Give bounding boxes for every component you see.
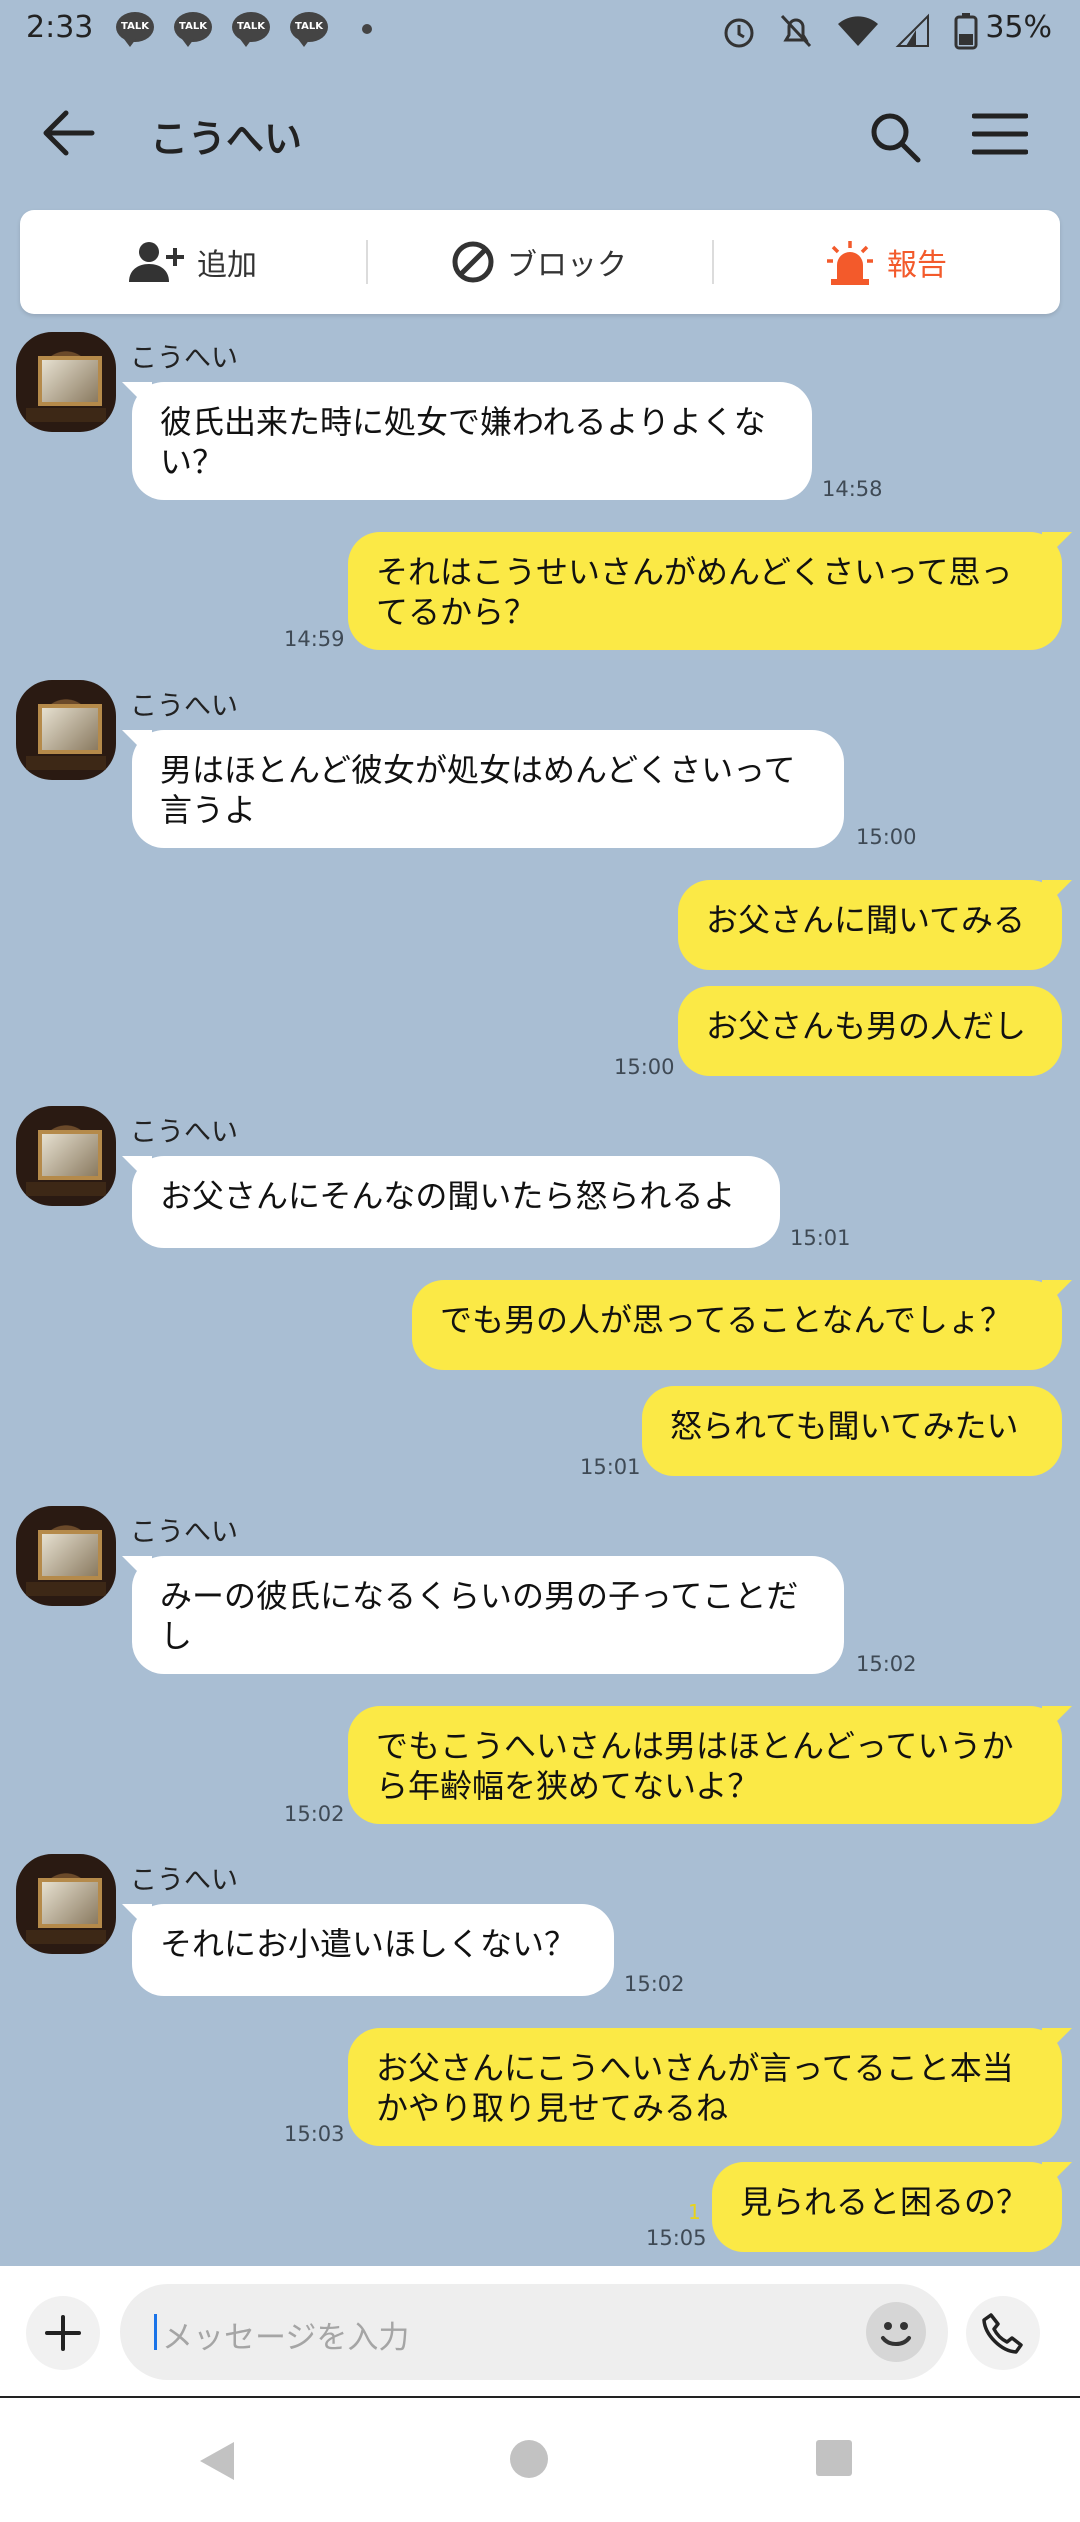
avatar[interactable] (16, 1506, 116, 1606)
more-notifications-dot (362, 24, 372, 34)
avatar[interactable] (16, 680, 116, 780)
outgoing-message[interactable]: でもこうへいさんは男はほとんどっていうか ら年齢幅を狭めてないよ？ (348, 1706, 1062, 1824)
sender-name: こうへい (130, 1865, 238, 1896)
message-time: 15:00 (856, 825, 917, 849)
message-input-bar: メッセージを入力 (0, 2266, 1080, 2396)
sender-name: こうへい (130, 691, 238, 722)
block-label: ブロック (507, 248, 627, 283)
notifications-off-icon (780, 14, 812, 48)
incoming-message[interactable]: 男はほとんど彼女が処女はめんどくさいって 言うよ (132, 730, 844, 848)
talk-notification-icon: TALK (116, 12, 154, 47)
read-count: 1 (688, 2200, 701, 2224)
signal-icon (895, 13, 929, 47)
talk-notification-icon: TALK (174, 12, 212, 47)
add-label: 追加 (197, 248, 257, 283)
wifi-icon (838, 16, 878, 46)
chat-title: こうへい (150, 117, 303, 161)
sender-name: こうへい (130, 1117, 238, 1148)
outgoing-message[interactable]: 見られると困るの？ (712, 2162, 1062, 2252)
nav-back-icon[interactable] (196, 2438, 238, 2484)
battery-percent: 35% (985, 10, 1052, 45)
emoji-button[interactable] (866, 2302, 926, 2362)
message-time: 15:02 (856, 1652, 917, 1676)
message-time: 14:58 (822, 477, 883, 501)
text-cursor (154, 2314, 157, 2350)
menu-icon[interactable] (972, 112, 1028, 156)
nav-recents-icon[interactable] (814, 2438, 854, 2478)
avatar[interactable] (16, 1854, 116, 1954)
friend-action-card: 追加 ブロック 報告 (20, 210, 1060, 314)
message-time: 15:02 (624, 1972, 685, 1996)
avatar[interactable] (16, 1106, 116, 1206)
outgoing-message[interactable]: それはこうせいさんがめんどくさいって思っ てるから？ (348, 532, 1062, 650)
outgoing-message[interactable]: お父さんに聞いてみる (678, 880, 1062, 970)
status-time: 2:33 (26, 10, 94, 45)
incoming-message[interactable]: それにお小遣いほしくない？ (132, 1904, 614, 1996)
add-friend-button[interactable]: 追加 (20, 210, 366, 314)
block-button[interactable]: ブロック (366, 210, 712, 314)
outgoing-message[interactable]: 怒られても聞いてみたい (642, 1386, 1062, 1476)
battery-icon (954, 13, 978, 50)
message-input[interactable]: メッセージを入力 (120, 2284, 948, 2380)
incoming-message[interactable]: みーの彼氏になるくらいの男の子ってことだ し (132, 1556, 844, 1674)
talk-notification-icon: TALK (232, 12, 270, 47)
message-time: 15:01 (790, 1226, 851, 1250)
alarm-icon (724, 18, 754, 48)
message-time: 15:05 (646, 2226, 707, 2250)
phone-icon (982, 2313, 1023, 2354)
avatar[interactable] (16, 332, 116, 432)
block-icon (452, 241, 494, 283)
report-label: 報告 (887, 248, 947, 283)
sender-name: こうへい (130, 343, 238, 374)
sender-name: こうへい (130, 1517, 238, 1548)
outgoing-message[interactable]: お父さんにこうへいさんが言ってること本当 かやり取り見せてみるね (348, 2028, 1062, 2146)
message-time: 15:03 (284, 2122, 345, 2146)
incoming-message[interactable]: 彼氏出来た時に処女で嫌われるよりよくな い？ (132, 382, 812, 500)
back-arrow-icon[interactable] (40, 108, 96, 158)
search-icon[interactable] (868, 110, 922, 164)
report-button[interactable]: 報告 (712, 210, 1060, 314)
outgoing-message[interactable]: でも男の人が思ってることなんでしょ？ (412, 1280, 1062, 1370)
message-time: 15:00 (614, 1055, 675, 1079)
emoji-icon (881, 2322, 911, 2346)
talk-notification-icon: TALK (290, 12, 328, 47)
system-nav-bar (0, 2396, 1080, 2522)
siren-icon (827, 241, 873, 285)
plus-icon (45, 2315, 81, 2351)
nav-home-icon[interactable] (508, 2438, 550, 2480)
plus-button[interactable] (26, 2296, 100, 2370)
add-person-icon (129, 242, 184, 282)
chat-header: こうへい (0, 80, 1080, 190)
message-time: 15:01 (580, 1455, 641, 1479)
outgoing-message[interactable]: お父さんも男の人だし (678, 986, 1062, 1076)
incoming-message[interactable]: お父さんにそんなの聞いたら怒られるよ (132, 1156, 780, 1248)
call-button[interactable] (966, 2296, 1040, 2370)
message-placeholder: メッセージを入力 (162, 2320, 410, 2356)
message-time: 14:59 (284, 627, 345, 651)
status-bar: 2:33 TALK TALK TALK TALK 35% (0, 0, 1080, 60)
message-time: 15:02 (284, 1802, 345, 1826)
